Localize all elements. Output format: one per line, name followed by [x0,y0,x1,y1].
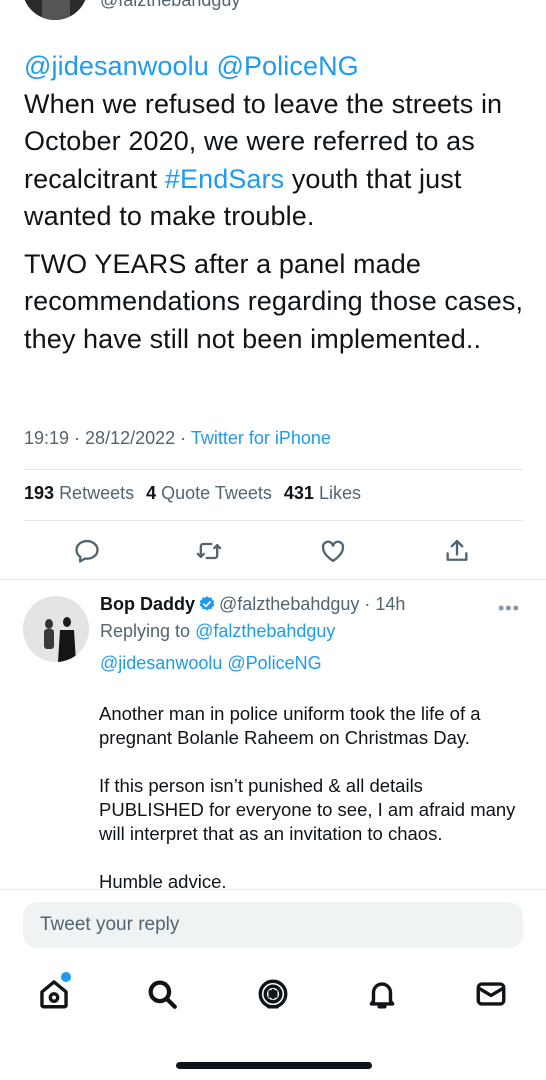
quotes-count: 4 [146,483,157,503]
reply-paragraph-1: Another man in police uniform took the l… [99,703,481,748]
more-options-icon[interactable]: ••• [498,598,520,619]
retweet-icon[interactable] [192,534,226,568]
retweets-stat[interactable]: 193 Retweets [24,483,134,504]
tweet-source[interactable]: Twitter for iPhone [191,428,331,448]
quotes-stat[interactable]: 4 Quote Tweets [146,483,272,504]
divider [24,469,523,470]
reply-mention-policeng[interactable]: @PoliceNG [227,653,321,673]
reply-input[interactable]: Tweet your reply [23,902,523,948]
replying-to: Replying to @falzthebahdguy [100,621,335,642]
like-icon[interactable] [316,534,350,568]
spaces-icon[interactable] [253,974,293,1014]
tweet-paragraph-2: TWO YEARS after a panel made recommendat… [24,248,524,354]
reply-separator: · [359,594,376,614]
reply-time: 14h [375,594,406,614]
reply-header: Bop Daddy @falzthebahdguy · 14h [100,594,405,615]
reply-author-avatar[interactable] [23,596,89,662]
divider [0,579,546,580]
replying-handle[interactable]: @falzthebahdguy [195,621,335,641]
new-content-indicator [61,972,71,982]
likes-count: 431 [283,483,314,503]
mention-policeng[interactable]: @PoliceNG [216,51,358,81]
verified-badge-icon [199,596,215,611]
replying-label: Replying to [100,621,196,641]
tweet-time: 19:19 [24,428,70,448]
tweet-meta: 19:19 · 28/12/2022 · Twitter for iPhone [24,428,331,449]
reply-icon[interactable] [70,534,104,568]
tweet-date: 28/12/2022 [85,428,176,448]
tab-bar [0,974,546,1014]
tweet-text: @jidesanwoolu @PoliceNG When we refused … [24,48,524,358]
home-indicator [176,1062,372,1069]
meta-separator: · [175,428,191,448]
notifications-icon[interactable] [362,974,402,1014]
messages-icon[interactable] [471,974,511,1014]
retweets-label: Retweets [59,483,135,503]
retweets-count: 193 [24,483,55,503]
tweet-stats: 193 Retweets 4 Quote Tweets 431 Likes [24,483,361,504]
search-icon[interactable] [142,974,182,1014]
hashtag-endsars[interactable]: #EndSars [165,164,284,194]
share-icon[interactable] [440,534,474,568]
reply-author-handle[interactable]: @falzthebahdguy [219,594,359,614]
divider [24,520,523,521]
reply-author-name[interactable]: Bop Daddy [100,594,195,614]
author-handle[interactable]: @falzthebahdguy [100,0,240,11]
reply-mention-jidesanwoolu[interactable]: @jidesanwoolu [100,653,222,673]
quotes-label: Quote Tweets [161,483,272,503]
tweet-actions [0,534,546,568]
bottom-bar: Tweet your reply [0,889,546,1080]
likes-label: Likes [318,483,361,503]
reply-paragraph-2: If this person isn’t punished & all deta… [99,775,516,844]
author-avatar[interactable] [22,0,88,20]
meta-separator: · [69,428,86,448]
likes-stat[interactable]: 431 Likes [284,483,361,504]
reply-text: Another man in police uniform took the l… [99,702,529,918]
mention-jidesanwoolu[interactable]: @jidesanwoolu [24,51,209,81]
reply-mentions: @jidesanwoolu @PoliceNG [100,653,322,674]
